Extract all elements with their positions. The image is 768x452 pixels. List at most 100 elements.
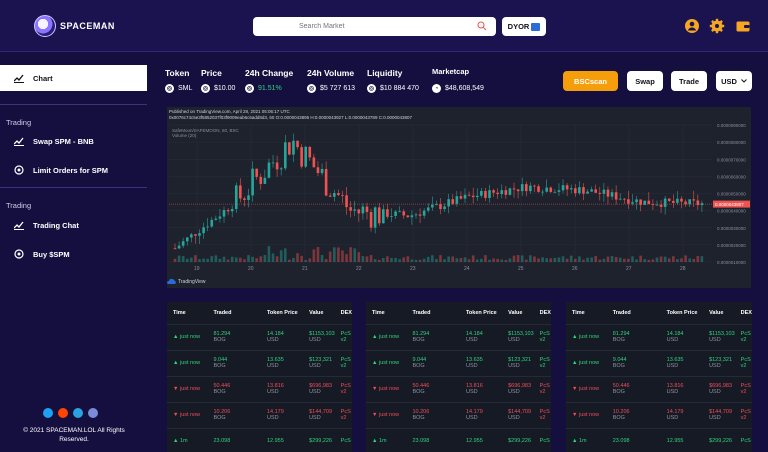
candle-body	[451, 199, 455, 204]
sidebar-item-swap[interactable]: Swap SPM - BNB	[14, 136, 94, 146]
candle-body	[439, 204, 442, 210]
table-header: Time Traded Token Price Value DEX	[566, 302, 752, 324]
y-tick-label: 0.0000060000	[717, 174, 746, 179]
y-tick-label: 0.0000080000	[717, 140, 746, 145]
settings-gear-icon[interactable]	[709, 18, 725, 34]
candle-body	[504, 190, 508, 195]
table-row[interactable]: ▲ just now 81.294 BOG 14.184 USD $1153,103 US…	[167, 323, 352, 350]
price-chart[interactable]: Published on TradingView.com, April 28, …	[167, 107, 751, 288]
candle-body	[659, 204, 663, 207]
volume-bar	[194, 255, 197, 262]
volume-bar	[349, 247, 352, 262]
volume-bar	[496, 258, 499, 262]
candle-body	[341, 194, 344, 196]
trade-amount: 9.044 BOG	[606, 349, 661, 376]
wallet-icon[interactable]	[735, 18, 751, 34]
sidebar-item-buy-spm[interactable]: Buy $SPM	[14, 249, 70, 259]
candle-body	[357, 209, 361, 214]
search-input[interactable]	[253, 17, 496, 36]
volume-bar	[635, 259, 638, 262]
volume-bar	[333, 247, 336, 262]
trade-value: $299,226	[703, 427, 735, 452]
candle-body	[573, 188, 577, 194]
trade-dex: PcS	[533, 427, 551, 452]
candle-body	[316, 167, 320, 174]
volume-bar	[480, 258, 483, 262]
volume-bar	[439, 255, 442, 262]
candle-body	[259, 176, 263, 184]
swap-button[interactable]: Swap	[627, 71, 663, 91]
candle-body	[512, 188, 516, 190]
sidebar-item-limit-orders[interactable]: Limit Orders for SPM	[14, 165, 108, 175]
currency-select[interactable]: USD	[716, 71, 752, 91]
candle-body	[443, 206, 446, 210]
column-header: DEX	[340, 309, 352, 316]
candle-body	[471, 195, 475, 198]
candle-body	[218, 216, 222, 219]
table-row[interactable]: ▼ just now 10.206 BOG 14.179 USD $144,709 USD…	[366, 401, 551, 428]
volume-bar	[614, 257, 618, 262]
trade-dex: PcS v2	[334, 349, 352, 376]
table-row[interactable]: ▼ just now 10.206 BOG 14.179 USD $144,709 USD…	[167, 401, 352, 428]
volume-bar	[345, 254, 348, 262]
candle-body	[598, 192, 602, 194]
volume-bar	[263, 254, 267, 262]
candle-body	[349, 207, 352, 211]
table-row[interactable]: ▲ just now 81.294 BOG 14.184 USD $1153,103 US…	[566, 323, 752, 350]
candle-body	[455, 196, 459, 204]
tradingview-attribution[interactable]: TradingView	[167, 279, 206, 285]
discord-icon[interactable]	[88, 408, 98, 418]
column-header: Traded	[612, 309, 631, 316]
table-row[interactable]: ▼ just now 50.446 BOG 13.816 USD $696,983 USD…	[167, 375, 352, 402]
bscscan-button[interactable]: BSCscan	[563, 71, 618, 91]
table-row[interactable]: ▼ just now 50.446 BOG 13.816 USD $696,983 USD…	[366, 375, 551, 402]
x-tick-label: 19	[194, 266, 200, 272]
trade-value: $123,321 USD	[303, 349, 335, 376]
telegram-icon[interactable]	[73, 408, 83, 418]
dyor-button[interactable]: DYOR	[502, 17, 546, 36]
currency-value: USD	[721, 76, 737, 86]
table-row[interactable]: ▲ just now 9.044 BOG 13.635 USD $123,321 USD P…	[167, 349, 352, 376]
table-row[interactable]: ▲ 1m 23.098 12.955 $299,226 PcS	[366, 427, 551, 452]
candle-body	[390, 216, 393, 217]
table-row[interactable]: ▲ 1m 23.098 12.955 $299,226 PcS	[167, 427, 352, 452]
y-tick-label: 0.0000090000	[717, 123, 746, 128]
trade-button[interactable]: Trade	[671, 71, 707, 91]
trade-dex: PcS v2	[334, 323, 352, 350]
table-row[interactable]: ▲ just now 9.044 BOG 13.635 USD $123,321 USD P…	[366, 349, 551, 376]
reddit-icon[interactable]	[58, 408, 68, 418]
twitter-icon[interactable]	[43, 408, 53, 418]
volume-bar	[696, 255, 700, 262]
sidebar-item-trading-chat[interactable]: Trading Chat	[14, 220, 79, 230]
table-row[interactable]: ▲ 1m 23.098 12.955 $299,226 PcS	[566, 427, 752, 452]
account-icon[interactable]	[684, 18, 700, 34]
y-tick-label: 0.0000070000	[717, 157, 746, 162]
x-tick-label: 25	[518, 266, 524, 272]
candle-body	[480, 190, 483, 196]
candle-body	[492, 190, 495, 193]
column-header: Token Price	[666, 309, 698, 316]
volume-bar	[406, 256, 410, 262]
search-icon[interactable]	[477, 21, 487, 31]
x-tick-label: 24	[464, 266, 470, 272]
table-row[interactable]: ▲ just now 9.044 BOG 13.635 USD $123,321 USD P…	[566, 349, 752, 376]
table-row[interactable]: ▼ just now 50.446 BOG 13.816 USD $696,983 USD…	[566, 375, 752, 402]
brand-logo[interactable]: SPACEMAN	[34, 15, 115, 37]
candle-body	[255, 168, 258, 177]
top-bar: SPACEMAN DYOR	[0, 0, 768, 52]
candle-body	[202, 227, 205, 234]
sidebar-item-chart[interactable]: Chart	[0, 65, 147, 91]
x-tick-label: 21	[302, 266, 308, 272]
table-row[interactable]: ▼ just now 10.206 BOG 14.179 USD $144,709 USD…	[566, 401, 752, 428]
trade-amount: 9.044 BOG	[406, 349, 460, 376]
trades-table-3: Time Traded Token Price Value DEX ▲ just now 8…	[566, 302, 752, 452]
candle-body	[418, 214, 422, 216]
trade-price: 14.184 USD	[660, 323, 704, 350]
trade-value: $1153,103 USD	[502, 323, 534, 350]
coin-icon: ◎	[245, 84, 254, 93]
table-row[interactable]: ▲ just now 81.294 BOG 14.184 USD $1153,103 US…	[366, 323, 551, 350]
candle-body	[696, 200, 700, 206]
candle-body	[582, 187, 585, 194]
trade-price: 12.955	[660, 427, 704, 452]
volume-bar	[520, 255, 524, 262]
